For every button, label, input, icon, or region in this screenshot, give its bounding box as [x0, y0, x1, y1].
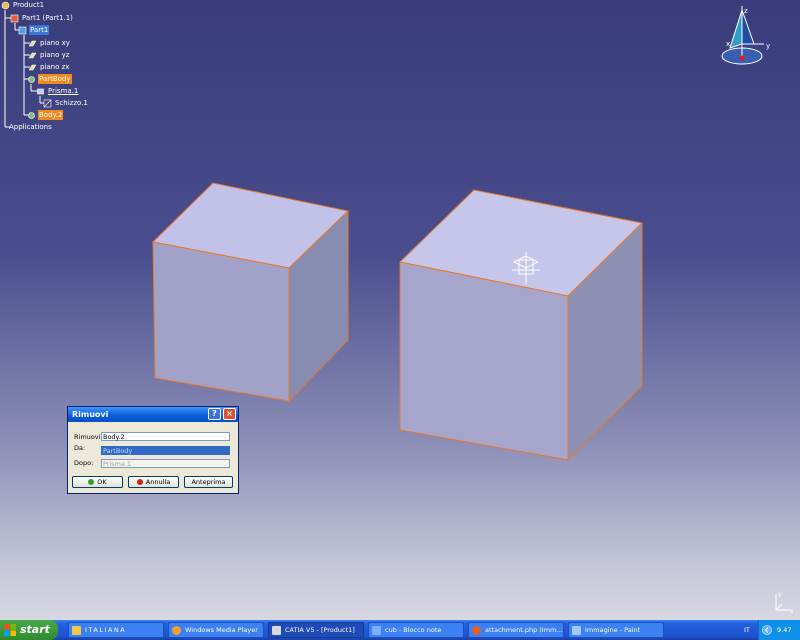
tree-node-pad[interactable]: Prisma.1: [36, 86, 79, 96]
start-label: start: [20, 623, 50, 636]
dialog-title: Rimuovi: [72, 410, 109, 419]
cancel-icon: [136, 479, 143, 485]
task-notepad[interactable]: cub - Blocco note: [368, 622, 464, 638]
tree-label-plane-xy: piano xy: [40, 39, 70, 47]
task-label: Immagine - Paint: [585, 626, 641, 634]
task-label: cub - Blocco note: [385, 626, 442, 634]
tree-node-part-instance[interactable]: Part1 (Part1.1): [10, 13, 74, 23]
cancel-button[interactable]: Annulla: [128, 476, 179, 488]
sketch-icon: [43, 99, 52, 108]
body-icon: [27, 111, 36, 120]
axis-x-label: x: [790, 608, 794, 614]
tree-label-partbody: PartBody: [38, 74, 72, 84]
task-paint[interactable]: Immagine - Paint: [568, 622, 664, 638]
tree-label-part-instance: Part1 (Part1.1): [22, 14, 73, 22]
task-label: ITALIANA: [85, 626, 127, 634]
tree-node-plane-xy[interactable]: piano xy: [28, 38, 71, 48]
task-label: Windows Media Player: [185, 626, 258, 634]
plane-icon: [28, 51, 37, 60]
ok-button[interactable]: OK: [72, 476, 123, 488]
tree-node-product[interactable]: Product1: [1, 0, 45, 10]
media-player-icon: [172, 626, 181, 635]
after-label: Dopo:: [74, 459, 94, 467]
tree-node-body2[interactable]: Body.2: [27, 110, 64, 120]
firefox-icon: [472, 626, 481, 635]
plane-icon: [28, 39, 37, 48]
preview-label: Anteprima: [191, 478, 226, 486]
task-catia[interactable]: CATIA V5 - [Product1]: [268, 622, 364, 638]
task-label: attachment.php (Imm...: [485, 626, 563, 634]
language-indicator[interactable]: IT: [744, 620, 750, 640]
system-tray: 9.47: [758, 620, 800, 640]
plane-icon: [28, 63, 37, 72]
from-field[interactable]: PartBody: [101, 446, 230, 455]
compass-x-label: x: [726, 40, 730, 48]
tree-label-plane-yz: piano yz: [40, 51, 70, 59]
task-media-player[interactable]: Windows Media Player: [168, 622, 264, 638]
part-instance-icon: [10, 14, 19, 23]
axis-triad-icon: x y: [775, 591, 794, 614]
tree-label-part: Part1: [29, 25, 50, 35]
close-button[interactable]: ×: [223, 408, 236, 420]
left-cube[interactable]: [151, 182, 350, 403]
preview-button[interactable]: Anteprima: [184, 476, 233, 488]
clock: 9.47: [777, 626, 792, 634]
tree-label-applications: Applications: [9, 123, 52, 131]
axis-y-label: y: [778, 591, 782, 598]
tree-node-plane-yz[interactable]: piano yz: [28, 50, 70, 60]
start-button[interactable]: start: [0, 620, 58, 640]
right-cube[interactable]: [398, 189, 644, 462]
part-icon: [18, 26, 27, 35]
tree-label-sketch: Schizzo.1: [55, 99, 88, 107]
compass-icon[interactable]: z y x: [718, 4, 776, 68]
task-label: CATIA V5 - [Product1]: [285, 626, 355, 634]
after-field[interactable]: Prisma.1: [101, 459, 230, 468]
tree-label-product: Product1: [13, 1, 45, 9]
tree-node-applications[interactable]: Applications: [8, 122, 53, 132]
tree-node-sketch[interactable]: Schizzo.1: [43, 98, 89, 108]
product-icon: [1, 1, 10, 10]
taskbar: start ITALIANA Windows Media Player CATI…: [0, 620, 800, 640]
left-cube-front: [152, 241, 290, 402]
ok-label: OK: [97, 478, 107, 486]
folder-icon: [72, 626, 81, 635]
tree-label-pad: Prisma.1: [48, 87, 79, 95]
3d-viewport[interactable]: [0, 0, 800, 620]
help-button[interactable]: ?: [208, 408, 221, 420]
notepad-icon: [372, 626, 381, 635]
catia-icon: [272, 626, 281, 635]
task-attachment[interactable]: attachment.php (Imm...: [468, 622, 564, 638]
dialog-title-bar[interactable]: Rimuovi ? ×: [68, 407, 238, 422]
tree-node-part[interactable]: Part1: [18, 25, 50, 35]
compass-y-label: y: [766, 42, 770, 50]
body-icon: [27, 75, 36, 84]
compass-z-label: z: [744, 7, 748, 15]
tree-label-plane-zx: piano zx: [40, 63, 70, 71]
tree-node-plane-zx[interactable]: piano zx: [28, 62, 70, 72]
from-label: Da:: [74, 444, 86, 452]
cancel-label: Annulla: [145, 478, 171, 486]
remove-label: Rimuovi: [74, 433, 101, 441]
remove-field[interactable]: Body.2: [101, 432, 230, 441]
pad-icon: [36, 87, 45, 96]
tree-node-partbody[interactable]: PartBody: [27, 74, 72, 84]
right-cube-front: [399, 261, 569, 461]
ok-icon: [88, 479, 95, 485]
tree-label-body2: Body.2: [38, 110, 64, 120]
windows-flag-icon: [4, 624, 16, 636]
remove-dialog[interactable]: Rimuovi ? × Rimuovi Body.2 Da: PartBody …: [67, 406, 239, 494]
specification-tree[interactable]: Product1 Part1 (Part1.1) Part1 piano xy …: [0, 0, 120, 135]
paint-icon: [572, 626, 581, 635]
tray-arrow-icon[interactable]: [762, 625, 772, 635]
task-italiana[interactable]: ITALIANA: [68, 622, 164, 638]
